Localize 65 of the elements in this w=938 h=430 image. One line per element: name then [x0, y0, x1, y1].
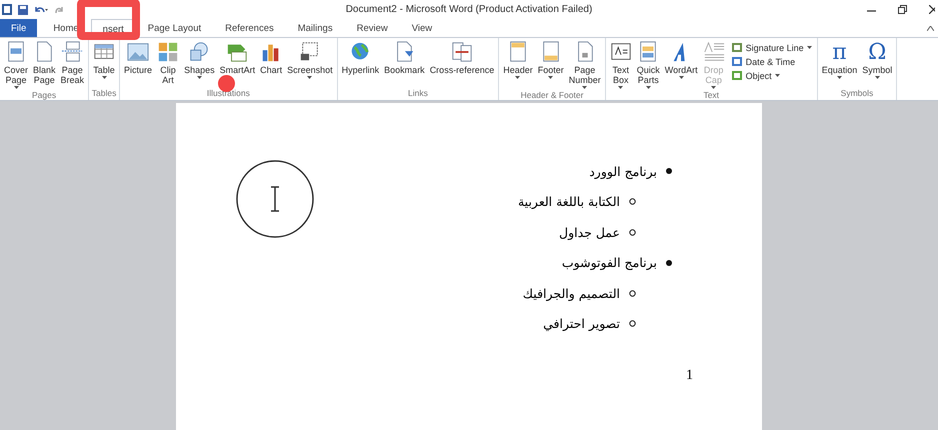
group-label: Symbols — [840, 88, 874, 99]
ribbon-button[interactable]: Footer — [536, 40, 566, 90]
drop-cap-icon — [702, 41, 725, 63]
ribbon-tab[interactable]: View — [400, 19, 444, 37]
ribbon-button[interactable]: Bookmark — [382, 40, 427, 88]
ribbon-button[interactable]: Page Number — [566, 40, 603, 90]
group-label: Pages — [32, 90, 56, 101]
file-tab[interactable]: File — [0, 19, 38, 37]
ribbon-button[interactable]: Cross-reference — [428, 40, 496, 88]
shapes-icon — [188, 41, 210, 63]
bullet-icon — [666, 260, 672, 266]
ribbon-button[interactable]: π Equation — [820, 40, 860, 88]
group-label: Tables — [92, 88, 116, 99]
ribbon-tab[interactable]: Review — [344, 19, 400, 37]
cross-reference-icon — [450, 41, 473, 63]
group-label: Text — [703, 90, 720, 101]
bullet-icon — [666, 168, 672, 174]
ribbon-button[interactable]: Object — [730, 70, 812, 81]
list-item-text: عمل جداول — [558, 224, 620, 240]
window-title: Document2 - Microsoft Word (Product Activation Failed) — [346, 4, 592, 15]
undo-icon[interactable] — [34, 4, 48, 14]
picture-icon — [127, 41, 150, 63]
ribbon-button[interactable]: Clip Art — [155, 40, 182, 88]
ribbon-button[interactable]: Hyperlink — [340, 40, 382, 88]
list-item-text: الكتابة باللغة العربية — [518, 194, 620, 210]
document-icon — [5, 41, 27, 63]
save-icon[interactable] — [18, 4, 28, 14]
group-label: Illustrations — [206, 88, 250, 99]
ribbon-tab[interactable]: Page Layout — [136, 19, 214, 37]
ribbon-button[interactable]: Screenshot — [285, 40, 335, 88]
ribbon-button[interactable]: Date & Time — [730, 56, 812, 67]
ribbon-button[interactable]: Picture — [122, 40, 154, 88]
collapse-ribbon-icon[interactable] — [927, 26, 934, 30]
screenshot-icon — [298, 41, 321, 63]
ribbon-tab[interactable]: Mailings — [286, 19, 345, 37]
list-item-text: تصوير احترافي — [543, 316, 620, 332]
ribbon-button[interactable]: Cover Page — [2, 40, 30, 90]
ribbon-button[interactable]: Page Break — [58, 40, 86, 90]
ribbon-button[interactable]: Table — [91, 40, 118, 88]
hollow-bullet-icon — [629, 228, 636, 236]
clip-art-icon — [157, 41, 180, 63]
list-item-text: برنامج الوورد — [589, 164, 657, 179]
ribbon-button[interactable]: Ω Symbol — [860, 40, 894, 88]
ribbon-button[interactable]: Signature Line — [730, 42, 812, 53]
close-icon[interactable] — [929, 5, 935, 14]
hollow-bullet-icon — [629, 290, 636, 297]
ribbon-button[interactable]: Blank Page — [31, 40, 58, 90]
list-item-text: برنامج الفوتوشوب — [562, 255, 657, 270]
ribbon-button[interactable]: Text Box — [608, 40, 634, 90]
restore-icon[interactable] — [898, 5, 907, 14]
page-break-icon — [61, 41, 84, 63]
ribbon-button[interactable]: SmartArt — [218, 40, 258, 88]
text-box-icon — [610, 41, 632, 63]
group-label: Links — [408, 88, 428, 99]
ribbon-button[interactable]: Header — [501, 40, 535, 90]
hollow-bullet-icon — [629, 320, 636, 328]
ribbon-button[interactable]: Chart — [258, 40, 284, 88]
ribbon-button[interactable]: WordArt — [662, 40, 700, 90]
ribbon-tab[interactable]: References — [213, 19, 286, 37]
page-number: 1 — [686, 368, 693, 384]
list-item-text: التصميم والجرافيك — [522, 286, 620, 301]
ribbon-button[interactable]: Quick Parts — [634, 40, 662, 90]
hollow-bullet-icon — [629, 198, 636, 206]
group-label: Header & Footer — [520, 90, 584, 101]
ribbon-button[interactable]: Shapes — [182, 40, 217, 88]
